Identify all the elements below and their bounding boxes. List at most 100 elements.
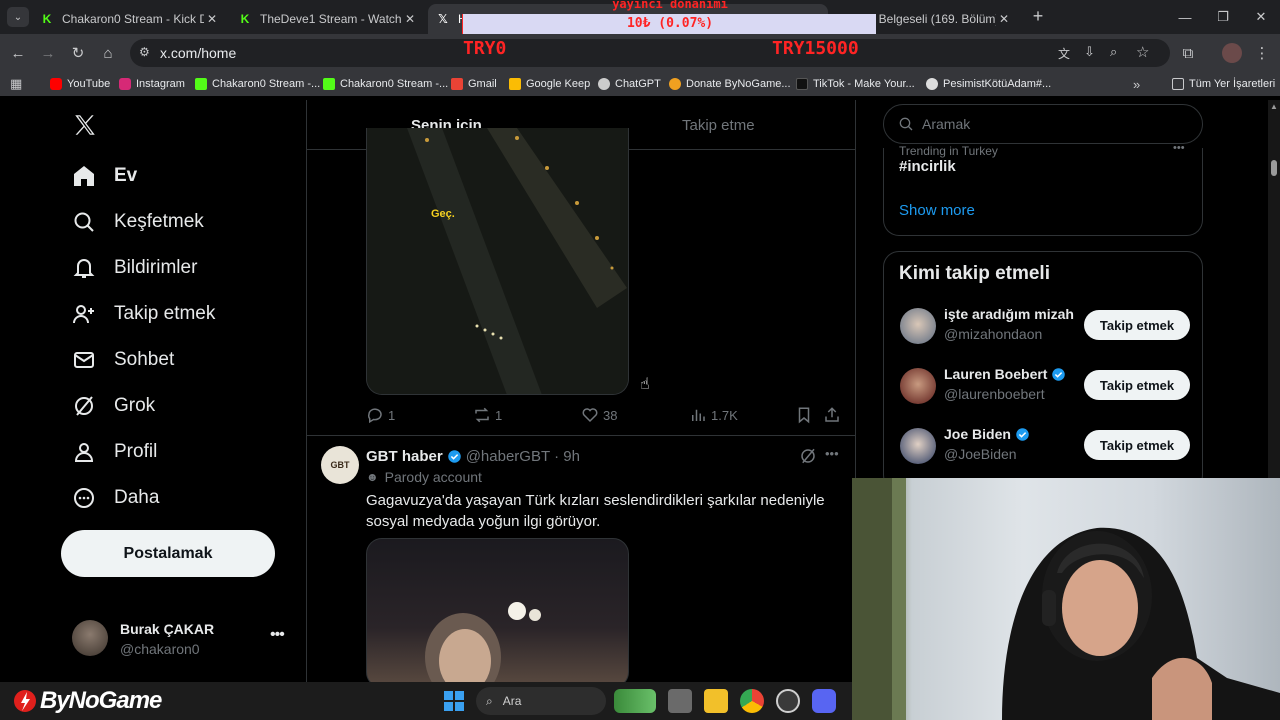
nav-home[interactable]: Ev (72, 158, 137, 194)
new-tab-button[interactable]: + (1028, 6, 1048, 28)
minimize-button[interactable]: — (1166, 0, 1204, 34)
close-icon[interactable]: ✕ (996, 12, 1012, 26)
nav-label: Ev (114, 165, 138, 186)
forward-arrow-icon[interactable]: → (36, 41, 60, 65)
post-more-icon[interactable]: ••• (825, 446, 839, 461)
follow-suggestion[interactable]: Lauren Boebert @laurenboebert Takip etme… (900, 364, 1190, 408)
post-time[interactable]: · 9h (554, 448, 580, 465)
extensions-icon[interactable]: ⧉ (1176, 41, 1200, 65)
discord-icon[interactable] (812, 689, 836, 713)
bookmark-tiktok[interactable]: TikTok - Make Your... (796, 76, 915, 92)
follow-suggestion[interactable]: Joe Biden @JoeBiden Takip etmek (900, 424, 1190, 468)
file-explorer-icon[interactable] (704, 689, 728, 713)
bookmark-youtube[interactable]: YouTube (50, 76, 110, 92)
parody-label: ☻ Parody account (366, 469, 482, 485)
reply-button[interactable]: 1 (366, 406, 395, 424)
nav-explore[interactable]: Keşfetmek (72, 204, 204, 240)
follow-button[interactable]: Takip etmek (1084, 370, 1190, 400)
bookmark-gmail[interactable]: Gmail (451, 76, 497, 92)
bookmark-star-icon[interactable]: ☆ (1136, 43, 1149, 61)
search-input[interactable]: Aramak (883, 104, 1203, 144)
nav-profile[interactable]: Profil (72, 434, 157, 470)
bookmark-pesimist[interactable]: PesimistKötüAdam#... (926, 76, 1051, 92)
bookmark-kick-1[interactable]: Chakaron0 Stream -... (195, 76, 320, 92)
window-close-button[interactable]: ✕ (1242, 0, 1280, 34)
trend-context: Trending in Turkey (899, 144, 998, 158)
like-button[interactable]: 38 (581, 406, 617, 424)
bookmark-google-keep[interactable]: Google Keep (509, 76, 590, 92)
bookmark-button[interactable] (795, 406, 817, 424)
tab-search-button[interactable]: ⌄ (7, 7, 29, 27)
close-icon[interactable]: ✕ (402, 12, 418, 26)
nav-notifications[interactable]: Bildirimler (72, 250, 197, 286)
all-bookmarks[interactable]: Tüm Yer İşaretleri (1172, 76, 1275, 92)
post-handle[interactable]: @haberGBT (466, 448, 550, 465)
follow-button[interactable]: Takip etmek (1084, 430, 1190, 460)
avatar (900, 368, 936, 404)
post-button[interactable]: Postalamak (61, 530, 275, 577)
bookmark-chatgpt[interactable]: ChatGPT (598, 76, 661, 92)
translate-icon[interactable]: 文 (1058, 45, 1070, 62)
close-icon[interactable]: ✕ (204, 12, 220, 26)
restore-button[interactable]: ❐ (1204, 0, 1242, 34)
post-video-2[interactable] (366, 538, 629, 682)
account-switcher[interactable]: Burak ÇAKAR @chakaron0 ••• (62, 612, 292, 664)
nav-messages[interactable]: Sohbet (72, 342, 174, 378)
more-dots-icon[interactable]: ••• (270, 626, 285, 644)
apps-grid-icon[interactable]: ▦ (10, 76, 22, 92)
webcam-feed (852, 478, 1280, 720)
search-icon (74, 212, 94, 232)
views-button[interactable]: 1.7K (689, 406, 738, 424)
trend-item[interactable]: Trending in Turkey #incirlik ••• (899, 142, 1189, 178)
back-arrow-icon[interactable]: ← (6, 41, 30, 65)
nav-follow[interactable]: Takip etmek (72, 296, 215, 332)
profile-avatar[interactable] (1222, 43, 1242, 63)
browser-tab-belgesel[interactable]: eyn Belgeseli (169. Bölüm) ✕ (830, 4, 1020, 34)
gmail-icon (451, 78, 463, 90)
address-bar[interactable]: ⚙ x.com/home 文 ⇩ ⌕ ☆ (130, 39, 1170, 67)
post-avatar[interactable]: GBT (321, 446, 359, 484)
scroll-up-icon[interactable]: ▲ (1270, 102, 1278, 111)
start-button-icon[interactable] (444, 691, 464, 711)
browser-tab-thedeve1[interactable]: K TheDeve1 Stream - Watch Live ✕ (230, 4, 426, 34)
reload-icon[interactable]: ↻ (66, 41, 90, 65)
browser-tab-kick-dashboard[interactable]: K Chakaron0 Stream - Kick Dashb ✕ (32, 4, 228, 34)
kick-icon: K (42, 12, 52, 26)
repost-button[interactable]: 1 (473, 406, 502, 424)
verified-badge-icon (1052, 367, 1066, 381)
site-info-icon[interactable]: ⚙ (139, 45, 150, 59)
menu-icon[interactable]: ⋮ (1250, 41, 1274, 65)
follow-suggestion[interactable]: işte aradığım mizah @mizahondaon Takip e… (900, 304, 1190, 348)
tab-following[interactable]: Takip etme (682, 100, 755, 150)
search-icon: ⌕ (486, 693, 493, 708)
bookmark-bynogame[interactable]: Donate ByNoGame... (669, 76, 791, 92)
grok-icon[interactable] (799, 447, 817, 465)
nav-more[interactable]: Daha (72, 480, 159, 516)
task-view-icon[interactable] (668, 689, 692, 713)
more-bookmarks-icon[interactable]: » (1133, 76, 1140, 92)
reply-icon (367, 408, 382, 424)
kick-icon: K (240, 12, 250, 26)
mail-icon (74, 352, 94, 368)
bookmark-instagram[interactable]: Instagram (119, 76, 185, 92)
post-author[interactable]: GBT haber (366, 448, 443, 465)
obs-icon[interactable] (776, 689, 800, 713)
bookmark-kick-2[interactable]: Chakaron0 Stream -... (323, 76, 448, 92)
share-button[interactable] (823, 406, 845, 424)
show-more-link[interactable]: Show more (899, 202, 975, 219)
x-logo-icon[interactable] (72, 112, 98, 138)
taskbar-search[interactable]: ⌕ Ara (476, 687, 606, 715)
install-icon[interactable]: ⇩ (1084, 44, 1095, 60)
nav-grok[interactable]: Grok (72, 388, 155, 424)
chrome-icon[interactable] (740, 689, 764, 713)
zoom-icon[interactable]: ⌕ (1110, 44, 1117, 60)
follow-button[interactable]: Takip etmek (1084, 310, 1190, 340)
browser-tab-x-home[interactable]: 𝕏 H (428, 4, 828, 34)
bookmark-label: Gmail (468, 78, 497, 90)
suggestion-handle: @JoeBiden (944, 446, 1017, 462)
post-video[interactable]: Geç. (366, 128, 629, 395)
scrollbar-thumb[interactable] (1271, 160, 1277, 176)
widgets-icon[interactable] (614, 689, 656, 713)
trend-more-icon[interactable]: ••• (1173, 142, 1185, 154)
home-button-icon[interactable]: ⌂ (96, 41, 120, 65)
